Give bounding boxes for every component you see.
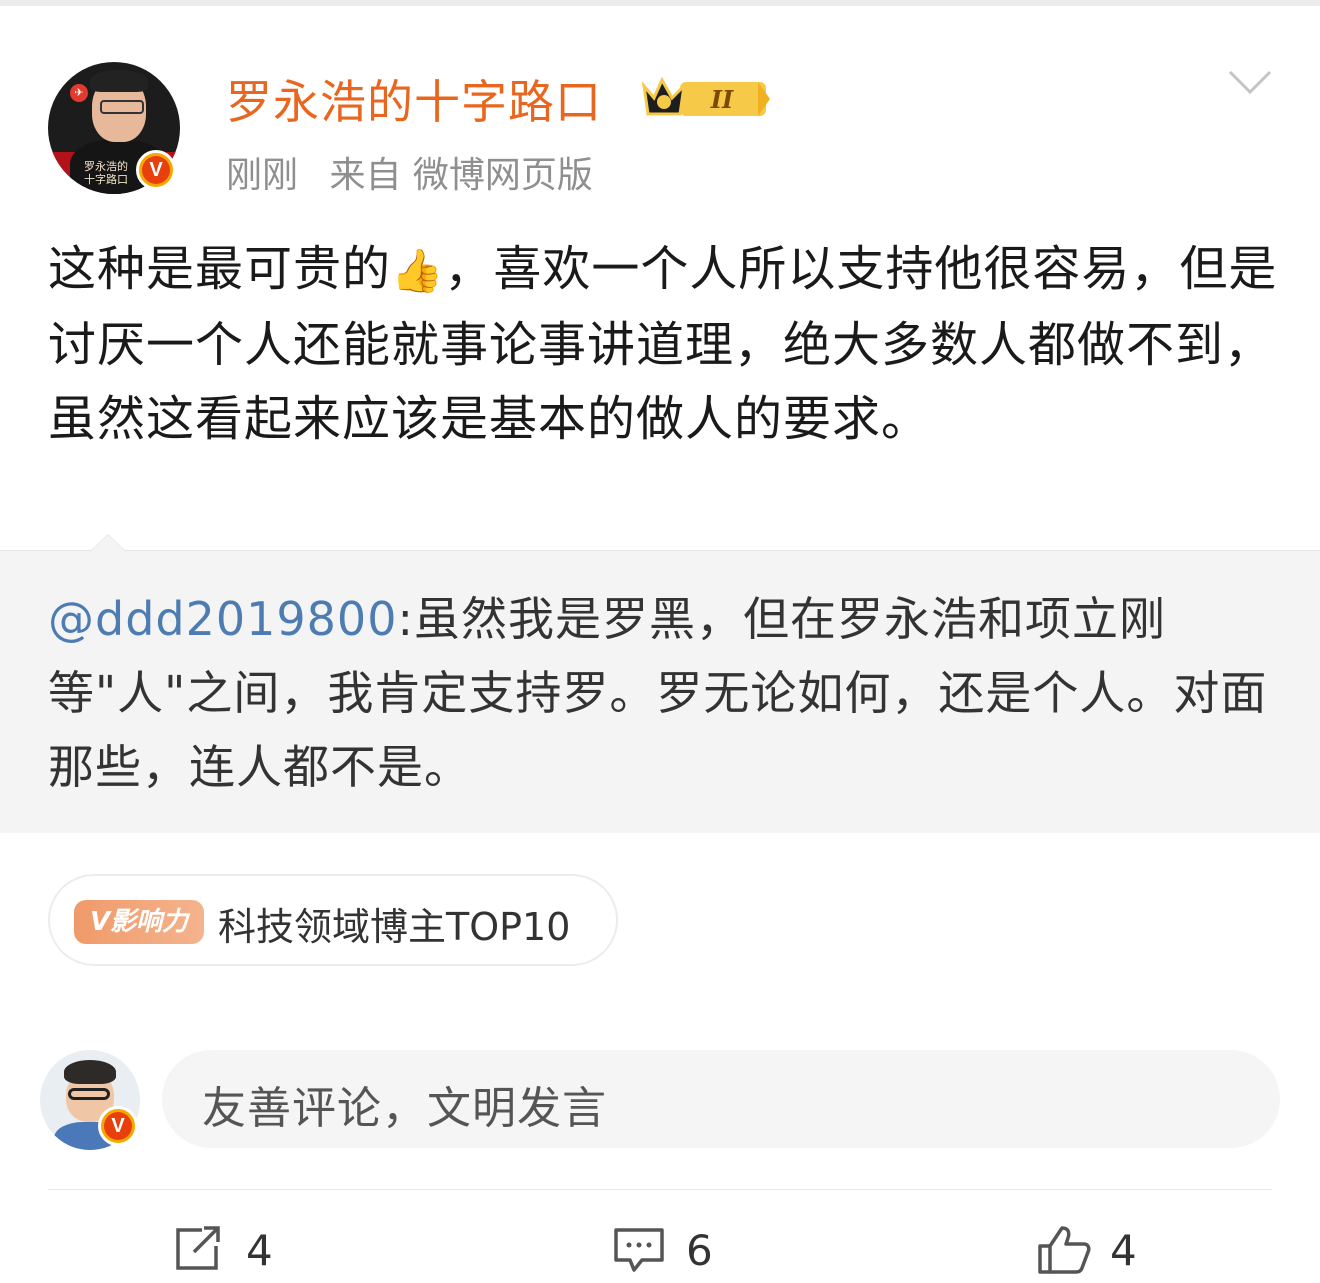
chevron-down-icon[interactable] [1226, 66, 1274, 98]
repost-button[interactable]: 4 [172, 1224, 292, 1280]
repost-count: 4 [246, 1226, 273, 1275]
like-count: 4 [1110, 1226, 1137, 1275]
mention-link[interactable]: @ddd2019800 [48, 592, 397, 646]
comment-count: 6 [686, 1226, 713, 1275]
post-source: 来自 微博网页版 [329, 155, 593, 196]
quote-pointer [90, 534, 126, 551]
repost-icon [176, 1226, 220, 1270]
post-time: 刚刚 [226, 155, 299, 196]
avatar-hair [64, 1060, 116, 1084]
avatar-glasses [100, 100, 144, 114]
verified-badge-icon: V [136, 150, 176, 190]
avatar-logo-icon: ✈ [70, 84, 88, 102]
crown-rank-badge-icon[interactable]: II [640, 74, 772, 122]
like-icon [1038, 1226, 1091, 1274]
comment-icon [614, 1228, 664, 1272]
avatar-hair [90, 70, 148, 92]
thumbs-up-icon: 👍 [391, 246, 445, 295]
avatar-glasses [68, 1088, 110, 1100]
top-divider-strip [0, 0, 1320, 6]
influence-tag[interactable]: V影响力 科技领域博主TOP10 [48, 874, 618, 966]
comment-input[interactable]: 友善评论，文明发言 [162, 1050, 1280, 1148]
quoted-repost-text: @ddd2019800:虽然我是罗黑，但在罗永浩和项立刚等"人"之间，我肯定支持… [48, 582, 1278, 804]
influence-badge: V影响力 [74, 900, 204, 944]
action-bar-divider [48, 1189, 1272, 1190]
author-name[interactable]: 罗永浩的十字路口 [226, 66, 602, 132]
rank-badge-text: II [710, 85, 734, 114]
post-meta: 刚刚 来自 微博网页版 [226, 146, 613, 198]
verified-badge-icon: V [98, 1106, 138, 1146]
like-button[interactable]: 4 [1036, 1224, 1156, 1280]
comment-button[interactable]: 6 [612, 1224, 732, 1280]
avatar-caption: 罗永浩的十字路口 [84, 160, 128, 186]
influence-label: 科技领域博主TOP10 [218, 905, 571, 949]
post-text-start: 这种是最可贵的 [48, 241, 392, 297]
comment-input-placeholder: 友善评论，文明发言 [202, 1083, 607, 1134]
post-body: 这种是最可贵的👍，喜欢一个人所以支持他很容易，但是讨厌一个人还能就事论事讲道理，… [48, 232, 1278, 456]
